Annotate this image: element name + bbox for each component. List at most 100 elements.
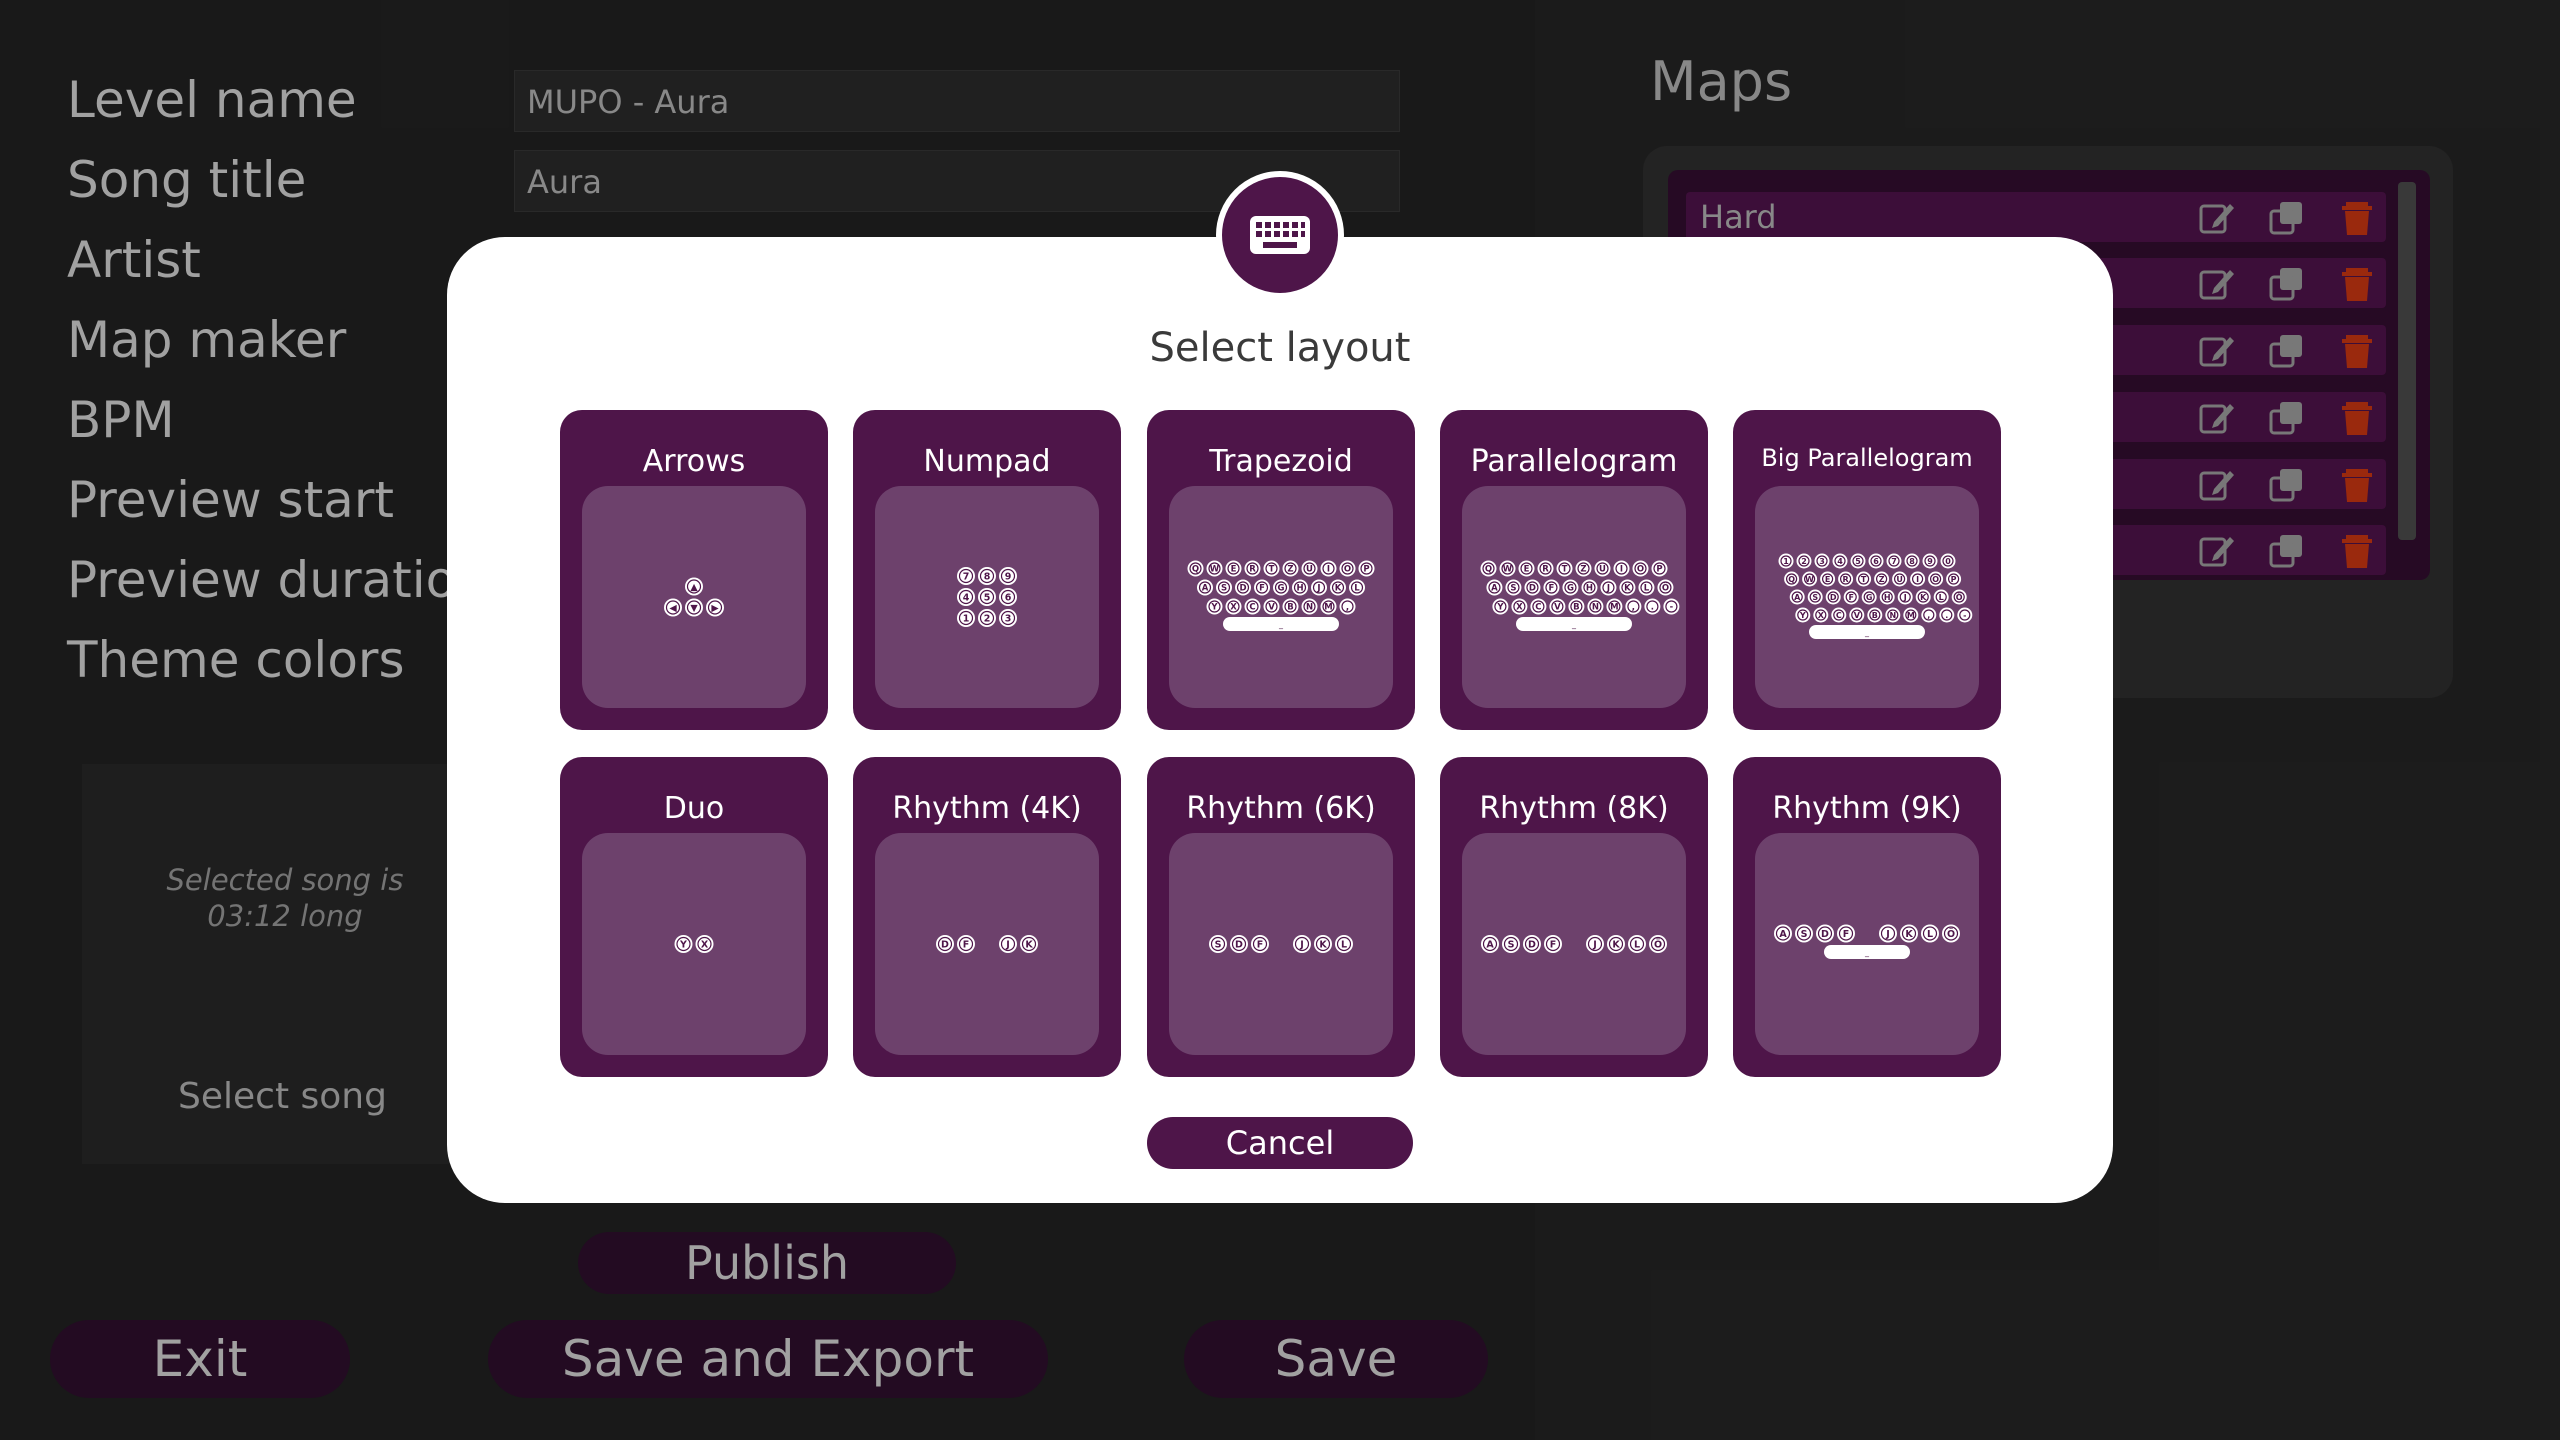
svg-text:K: K [1905, 929, 1913, 940]
key-cap: L [1921, 924, 1939, 943]
svg-text:G: G [1278, 584, 1285, 594]
key-cap: Ö [1657, 579, 1674, 596]
svg-text:Y: Y [1210, 603, 1218, 613]
layout-card[interactable]: Y X Duo [560, 757, 828, 1077]
key-cap: X [1225, 598, 1242, 615]
key-cap: F [1837, 924, 1855, 943]
layout-card-title: Arrows [642, 444, 746, 479]
svg-text:S: S [1801, 929, 1808, 940]
keyboard-preview-graphic: DFJK [936, 935, 1038, 953]
svg-text:H: H [1296, 584, 1303, 594]
svg-text:B: B [1573, 603, 1579, 613]
svg-text:Q: Q [1192, 565, 1199, 575]
key-cap: M [1903, 607, 1919, 623]
svg-text:D: D [1235, 939, 1243, 950]
key-cap: W [1206, 560, 1223, 577]
svg-text:J: J [1606, 584, 1610, 594]
layout-card[interactable]: D F J K Rhythm (4K) [853, 757, 1121, 1077]
key-cap: A [1486, 579, 1503, 596]
key-cap: , [1921, 607, 1937, 623]
svg-text:V: V [1268, 603, 1275, 613]
key-cap: G [1273, 579, 1289, 596]
svg-text:6: 6 [1873, 557, 1879, 566]
layout-card[interactable]: Q W E R T Z U I O P A S D F G H J K L Ö Y X C V B N M,. - _ Parallelo… [1440, 410, 1708, 730]
svg-text:T: T [1861, 575, 1867, 584]
svg-text:9: 9 [1927, 557, 1933, 566]
svg-text:Ö: Ö [1654, 939, 1662, 950]
key-cap: F [957, 935, 975, 953]
svg-text:I: I [1916, 575, 1919, 584]
key-cap: 1 [957, 609, 975, 627]
key-cap: T [1556, 560, 1573, 577]
key-cap: 8 [978, 567, 996, 585]
key-cap: M [1320, 598, 1337, 615]
layout-card-title: Numpad [923, 444, 1051, 479]
key-cap: 4 [957, 588, 975, 606]
layout-card[interactable]: 1 2 3 4 5 6 7 8 9 0 Q W E R T Z U I O P A S D F G H J K L Ö Y X C V B N M,. -… [1733, 410, 2001, 730]
svg-text:F: F [963, 939, 970, 950]
key-cap: Y [1206, 598, 1223, 615]
key-cap: Y [1492, 598, 1509, 615]
keyboard-preview-graphic: Q W E R T Z U I O P A S D F G H J K L Y X C V B N M , _ [1187, 560, 1375, 631]
key-cap: - [1957, 607, 1973, 623]
svg-text:.: . [1651, 603, 1654, 613]
svg-text:,: , [1927, 611, 1930, 620]
key-cap: A [1789, 589, 1805, 605]
key-cap: H [1879, 589, 1895, 605]
svg-text:K: K [1319, 939, 1327, 950]
svg-text:J: J [1299, 939, 1304, 950]
svg-text:C: C [1249, 603, 1255, 613]
key-cap: 2 [1796, 553, 1812, 569]
key-cap: ▶ [706, 598, 724, 617]
key-cap: I [1613, 560, 1630, 577]
key-cap: . [1939, 607, 1955, 623]
layout-card[interactable]: A S D F J K L Ö Rhythm (8K) [1440, 757, 1708, 1077]
key-cap: R [1838, 571, 1854, 587]
layout-card[interactable]: S D F J K L Rhythm (6K) [1147, 757, 1415, 1077]
key-cap: Y [1795, 607, 1811, 623]
key-cap: Q [1784, 571, 1800, 587]
key-cap: V [1849, 607, 1865, 623]
key-cap: D [1825, 589, 1841, 605]
key-cap: ▲ [685, 577, 703, 596]
key-cap: F [1251, 935, 1269, 953]
layout-card[interactable]: 7 8 9 4 5 6 1 2 3 Numpad [853, 410, 1121, 730]
key-cap: G [1562, 579, 1579, 596]
svg-text:F: F [1848, 593, 1853, 602]
key-cap: M [1606, 598, 1623, 615]
svg-text:I: I [1620, 565, 1623, 575]
layout-card[interactable]: Q W E R T Z U I O P A S D F G H J K L Y X C V B N M, _ Trapezoid [1147, 410, 1415, 730]
svg-text:D: D [941, 939, 949, 950]
keyboard-preview-graphic: 1 2 3 4 5 6 7 8 9 0 Q W E R T Z U I O P A S D F G H J K L Ö Y X C V B N M,. -… [1778, 553, 1973, 639]
key-cap: S [1209, 935, 1227, 953]
key-cap: Ö [1649, 935, 1667, 953]
key-cap: A [1197, 579, 1213, 596]
svg-text:▲: ▲ [690, 582, 698, 593]
svg-text:A: A [1779, 929, 1787, 940]
key-cap: C [1530, 598, 1547, 615]
layout-preview: A S D F J K L Ö _ [1755, 833, 1979, 1055]
cancel-button[interactable]: Cancel [1147, 1117, 1413, 1169]
svg-text:E: E [1825, 575, 1830, 584]
key-cap: A [1774, 924, 1792, 943]
layout-preview: Q W E R T Z U I O P A S D F G H J K L Ö Y X C V B N M,. - _ [1462, 486, 1686, 708]
key-cap: N [1301, 598, 1318, 615]
key-cap: V [1263, 598, 1280, 615]
key-cap: C [1244, 598, 1261, 615]
layout-card[interactable]: ▲ ◀ ▼ ▶ Arrows [560, 410, 828, 730]
svg-text:R: R [1542, 565, 1549, 575]
svg-text:K: K [1624, 584, 1631, 594]
svg-text:K: K [1335, 584, 1342, 594]
svg-text:,: , [1632, 603, 1635, 613]
svg-text:M: M [1324, 603, 1332, 613]
svg-text:W: W [1210, 565, 1220, 575]
svg-text:F: F [1549, 584, 1555, 594]
layout-card[interactable]: A S D F J K L Ö _ Rhythm (9K) [1733, 757, 2001, 1077]
keyboard-icon [1250, 216, 1310, 254]
key-cap: K [1020, 935, 1038, 953]
svg-text:L: L [1354, 584, 1360, 594]
key-cap: N [1885, 607, 1901, 623]
svg-text:Q: Q [1485, 565, 1492, 575]
svg-text:6: 6 [1005, 592, 1012, 603]
layout-preview: 1 2 3 4 5 6 7 8 9 0 Q W E R T Z U I O P A S D F G H J K L Ö Y X C V B N M,. -… [1755, 486, 1979, 708]
